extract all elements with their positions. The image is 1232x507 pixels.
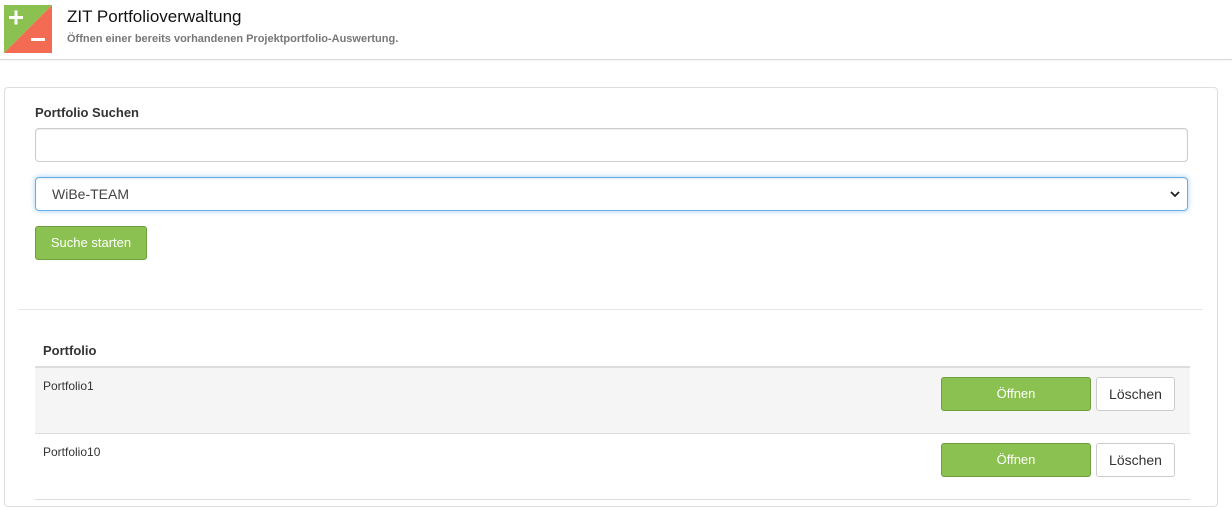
delete-button[interactable]: Löschen	[1096, 443, 1175, 477]
portfolio-name: Portfolio1	[43, 379, 94, 393]
table-row: Portfolio10 Öffnen Löschen	[35, 434, 1190, 500]
app-title: ZIT Portfolioverwaltung	[67, 7, 242, 26]
delete-button[interactable]: Löschen	[1096, 377, 1175, 411]
search-panel: Portfolio Suchen WiBe-TEAM Suche starten…	[4, 87, 1218, 507]
open-button[interactable]: Öffnen	[941, 377, 1091, 411]
portfolio-search-input[interactable]	[35, 128, 1188, 162]
chevron-down-icon	[1170, 191, 1180, 198]
app-logo	[4, 5, 52, 53]
start-search-button[interactable]: Suche starten	[35, 226, 147, 260]
portfolio-table: Portfolio Portfolio1 Öffnen Löschen Port…	[35, 331, 1190, 500]
app-header: ZIT Portfolioverwaltung Öffnen einer ber…	[0, 0, 1232, 60]
plus-minus-logo-icon	[4, 5, 52, 53]
portfolio-name: Portfolio10	[43, 445, 101, 459]
divider	[19, 309, 1203, 310]
app-subtitle: Öffnen einer bereits vorhandenen Projekt…	[67, 33, 399, 45]
search-label: Portfolio Suchen	[35, 105, 139, 120]
team-select[interactable]: WiBe-TEAM	[35, 177, 1188, 211]
team-select-value: WiBe-TEAM	[52, 186, 129, 202]
table-row: Portfolio1 Öffnen Löschen	[35, 368, 1190, 434]
table-header-portfolio: Portfolio	[35, 331, 1190, 368]
open-button[interactable]: Öffnen	[941, 443, 1091, 477]
